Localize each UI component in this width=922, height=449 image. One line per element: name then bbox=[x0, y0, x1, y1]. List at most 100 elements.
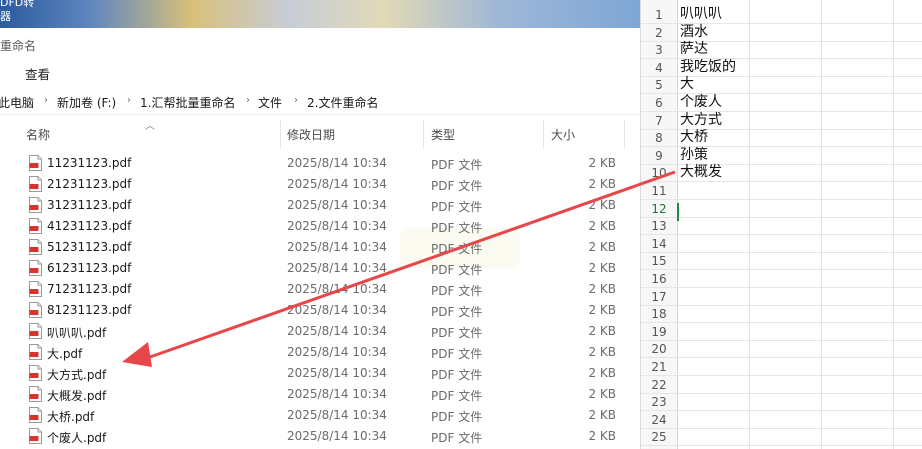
sheet-row[interactable]: 11 bbox=[641, 182, 922, 200]
pdf-file-icon bbox=[29, 428, 42, 444]
row-number[interactable]: 4 bbox=[641, 61, 677, 75]
file-size: 2 KB bbox=[588, 282, 616, 296]
active-cell-indicator[interactable] bbox=[677, 203, 679, 221]
row-number[interactable]: 25 bbox=[641, 430, 677, 444]
file-row[interactable]: 51231123.pdf 2025/8/14 10:34 PDF 文件 2 KB bbox=[0, 237, 640, 258]
sheet-row[interactable]: 2 酒水 bbox=[641, 24, 922, 42]
breadcrumb[interactable]: 此电脑 › 新加卷 (F:) › 1.汇帮批量重命名 › 文件 › 2.文件重命… bbox=[0, 90, 640, 115]
column-divider[interactable] bbox=[624, 120, 625, 148]
file-modified-date: 2025/8/14 10:34 bbox=[287, 324, 387, 338]
sheet-row[interactable]: 9 孙策 bbox=[641, 147, 922, 165]
sheet-row[interactable]: 22 bbox=[641, 376, 922, 394]
breadcrumb-item-folder-rename-tool[interactable]: 1.汇帮批量重命名 bbox=[140, 94, 235, 111]
row-number[interactable]: 19 bbox=[641, 325, 677, 339]
column-divider[interactable] bbox=[423, 120, 424, 148]
sheet-row[interactable]: 14 bbox=[641, 235, 922, 253]
sheet-cell[interactable]: 叭叭叭 bbox=[680, 6, 722, 23]
row-number[interactable]: 20 bbox=[641, 342, 677, 356]
file-row[interactable]: 大方式.pdf 2025/8/14 10:34 PDF 文件 2 KB bbox=[0, 363, 640, 384]
row-number[interactable]: 18 bbox=[641, 307, 677, 321]
row-number[interactable]: 1 bbox=[641, 8, 677, 22]
column-header-name[interactable]: 名称 bbox=[26, 126, 50, 143]
file-row[interactable]: 21231123.pdf 2025/8/14 10:34 PDF 文件 2 KB bbox=[0, 174, 640, 195]
chevron-right-icon: › bbox=[127, 95, 131, 106]
sheet-row[interactable]: 17 bbox=[641, 288, 922, 306]
sheet-cell[interactable]: 大 bbox=[680, 76, 694, 93]
sheet-cell[interactable]: 萨达 bbox=[680, 41, 708, 58]
file-row[interactable]: 31231123.pdf 2025/8/14 10:34 PDF 文件 2 KB bbox=[0, 195, 640, 216]
file-row[interactable]: 11231123.pdf 2025/8/14 10:34 PDF 文件 2 KB bbox=[0, 153, 640, 174]
pdf-file-icon bbox=[29, 260, 42, 276]
row-number[interactable]: 5 bbox=[641, 78, 677, 92]
sheet-row[interactable]: 24 bbox=[641, 411, 922, 429]
sheet-row[interactable]: 23 bbox=[641, 393, 922, 412]
sheet-cell[interactable]: 孙策 bbox=[680, 147, 708, 164]
sheet-cell[interactable]: 个废人 bbox=[680, 94, 722, 111]
file-row[interactable]: 大.pdf 2025/8/14 10:34 PDF 文件 2 KB bbox=[0, 342, 640, 363]
row-number[interactable]: 21 bbox=[641, 360, 677, 374]
row-number[interactable]: 7 bbox=[641, 114, 677, 128]
row-number[interactable]: 8 bbox=[641, 131, 677, 145]
pdf-file-icon bbox=[29, 302, 42, 318]
pdf-file-icon bbox=[29, 239, 42, 255]
row-number[interactable]: 13 bbox=[641, 219, 677, 233]
sheet-cell[interactable]: 大概发 bbox=[680, 164, 722, 181]
row-number[interactable]: 10 bbox=[641, 166, 677, 180]
column-header-type[interactable]: 类型 bbox=[431, 126, 455, 143]
file-row[interactable]: 大概发.pdf 2025/8/14 10:34 PDF 文件 2 KB bbox=[0, 384, 640, 405]
breadcrumb-item-this-pc[interactable]: 此电脑 bbox=[0, 94, 34, 111]
file-size: 2 KB bbox=[588, 219, 616, 233]
sheet-row[interactable]: 6 个废人 bbox=[641, 94, 922, 112]
file-row[interactable]: 个废人.pdf 2025/8/14 10:34 PDF 文件 2 KB bbox=[0, 426, 640, 447]
sheet-row[interactable]: 7 大方式 bbox=[641, 112, 922, 130]
column-divider[interactable] bbox=[543, 120, 544, 148]
column-divider[interactable] bbox=[280, 120, 281, 148]
sheet-row[interactable]: 12 bbox=[641, 200, 922, 218]
row-number[interactable]: 6 bbox=[641, 96, 677, 110]
breadcrumb-item-drive[interactable]: 新加卷 (F:) bbox=[57, 94, 116, 111]
sheet-cell[interactable]: 大方式 bbox=[680, 112, 722, 129]
sheet-row[interactable]: 16 bbox=[641, 270, 922, 288]
file-row[interactable]: 叭叭叭.pdf 2025/8/14 10:34 PDF 文件 2 KB bbox=[0, 321, 640, 342]
sheet-row[interactable]: 5大 bbox=[641, 76, 922, 95]
sheet-row[interactable]: 19 bbox=[641, 323, 922, 341]
file-row[interactable]: 71231123.pdf 2025/8/14 10:34 PDF 文件 2 KB bbox=[0, 279, 640, 300]
sheet-cell[interactable]: 大桥 bbox=[680, 129, 708, 146]
row-number[interactable]: 2 bbox=[641, 26, 677, 40]
row-number[interactable]: 22 bbox=[641, 378, 677, 392]
sheet-row[interactable]: 10 大概发 bbox=[641, 164, 922, 183]
sheet-row[interactable]: 21 bbox=[641, 358, 922, 376]
sheet-row[interactable]: 8 大桥 bbox=[641, 129, 922, 148]
column-header-date[interactable]: 修改日期 bbox=[287, 126, 335, 143]
sheet-row[interactable]: 25 bbox=[641, 428, 922, 447]
row-number[interactable]: 15 bbox=[641, 254, 677, 268]
sheet-row[interactable]: 3 萨达 bbox=[641, 41, 922, 60]
file-row[interactable]: 大桥.pdf 2025/8/14 10:34 PDF 文件 2 KB bbox=[0, 405, 640, 426]
breadcrumb-item-folder-file-rename[interactable]: 2.文件重命名 bbox=[307, 94, 378, 111]
ribbon-tab-view[interactable]: 查看 bbox=[25, 64, 50, 83]
sheet-cell[interactable]: 我吃饭的 bbox=[680, 59, 736, 76]
sheet-row[interactable]: 1 叭叭叭 bbox=[641, 6, 922, 24]
row-number[interactable]: 11 bbox=[641, 184, 677, 198]
sheet-row[interactable]: 4 我吃饭的 bbox=[641, 59, 922, 77]
breadcrumb-item-folder-files[interactable]: 文件 bbox=[258, 94, 282, 111]
row-number[interactable]: 14 bbox=[641, 237, 677, 251]
row-number[interactable]: 17 bbox=[641, 290, 677, 304]
column-header-size[interactable]: 大小 bbox=[551, 126, 575, 143]
row-number[interactable]: 16 bbox=[641, 272, 677, 286]
sheet-row[interactable]: 13 bbox=[641, 217, 922, 236]
file-row[interactable]: 61231123.pdf 2025/8/14 10:34 PDF 文件 2 KB bbox=[0, 258, 640, 279]
file-row[interactable]: 81231123.pdf 2025/8/14 10:34 PDF 文件 2 KB bbox=[0, 300, 640, 321]
row-number[interactable]: 24 bbox=[641, 413, 677, 427]
file-row[interactable]: 41231123.pdf 2025/8/14 10:34 PDF 文件 2 KB bbox=[0, 216, 640, 237]
sheet-row[interactable]: 18 bbox=[641, 305, 922, 324]
row-number[interactable]: 3 bbox=[641, 43, 677, 57]
sheet-row[interactable]: 15 bbox=[641, 252, 922, 271]
row-number[interactable]: 12 bbox=[641, 202, 677, 216]
chevron-right-icon: › bbox=[44, 95, 48, 106]
row-number[interactable]: 9 bbox=[641, 149, 677, 163]
file-type: PDF 文件 bbox=[431, 158, 483, 172]
row-number[interactable]: 23 bbox=[641, 395, 677, 409]
sheet-row[interactable]: 20 bbox=[641, 340, 922, 359]
sheet-cell[interactable]: 酒水 bbox=[680, 24, 708, 41]
